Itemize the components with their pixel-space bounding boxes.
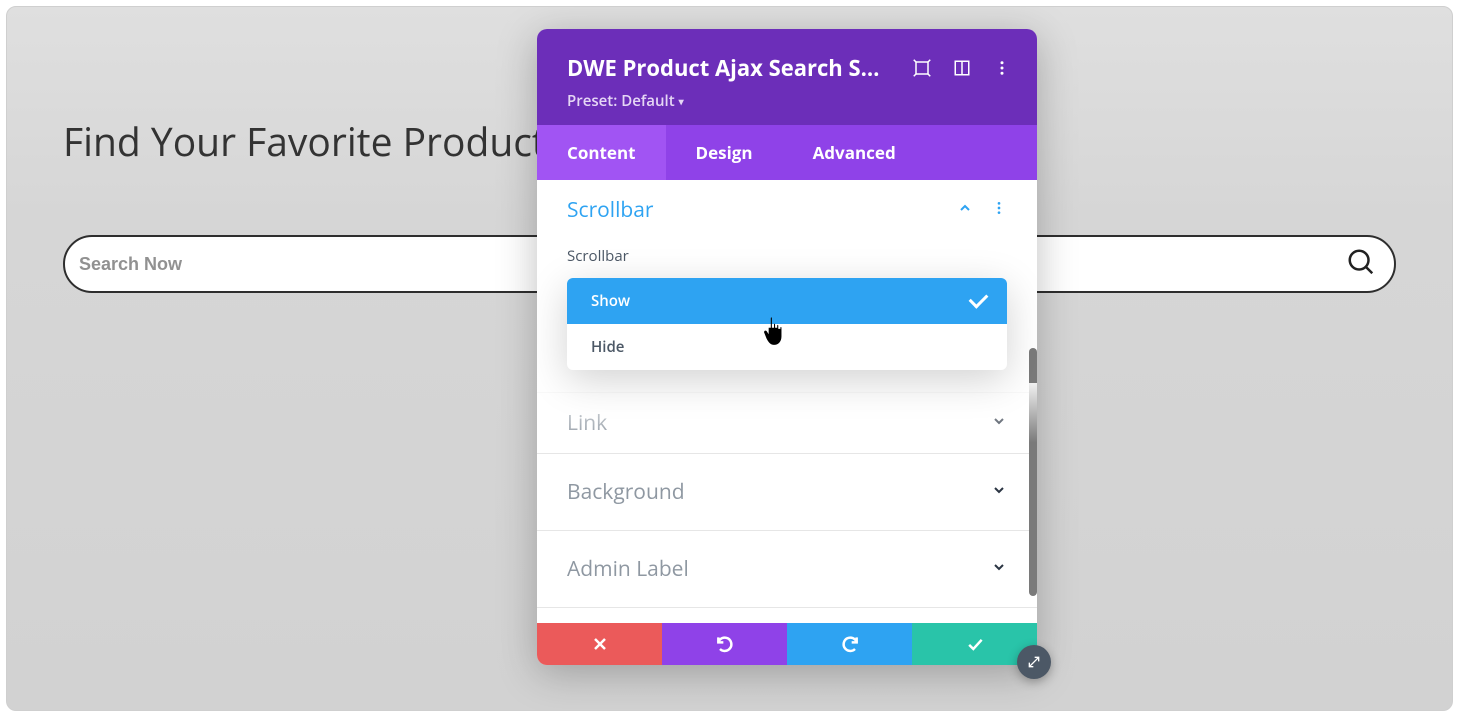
preset-label: Preset: Default (567, 91, 675, 111)
tabs: Content Design Advanced (537, 125, 1037, 180)
option-label: Show (591, 291, 630, 311)
section-more-icon[interactable] (991, 199, 1007, 221)
chevron-up-icon (957, 200, 973, 221)
field-label-scrollbar: Scrollbar (567, 246, 1007, 266)
modal-footer (537, 623, 1037, 665)
modal-header: DWE Product Ajax Search S… (537, 29, 1037, 125)
search-icon[interactable] (1346, 247, 1376, 282)
scrollbar-thumb[interactable] (1029, 348, 1037, 596)
option-label: Hide (591, 337, 624, 357)
expand-icon[interactable] (913, 59, 931, 77)
chevron-down-icon (991, 482, 1007, 503)
partial-row: DWE Product Ajax Search by Eli… (537, 608, 1037, 623)
columns-icon[interactable] (953, 59, 971, 77)
page-frame: Find Your Favorite Products DWE Product … (6, 6, 1453, 711)
tab-advanced[interactable]: Advanced (783, 125, 926, 180)
resize-handle[interactable] (1017, 645, 1051, 679)
tab-design[interactable]: Design (666, 125, 783, 180)
preset-selector[interactable]: Preset: Default ▾ (567, 91, 684, 111)
close-button[interactable] (537, 623, 662, 665)
redo-button[interactable] (787, 623, 912, 665)
scrollbar-dropdown[interactable]: Show Hide (567, 278, 1007, 370)
dropdown-option-show[interactable]: Show (567, 278, 1007, 324)
section-admin-label: Admin Label (537, 531, 1037, 608)
section-title: Admin Label (567, 555, 991, 583)
settings-modal: DWE Product Ajax Search S… (537, 29, 1037, 665)
section-background: Background (537, 454, 1037, 531)
caret-down-icon: ▾ (679, 94, 684, 108)
section-link: Link (537, 393, 1037, 454)
section-header-scrollbar[interactable]: Scrollbar (537, 180, 1037, 240)
section-title: Link (567, 409, 991, 437)
section-title: Background (567, 478, 991, 506)
chevron-down-icon (991, 559, 1007, 580)
section-title: Scrollbar (567, 196, 957, 224)
section-header-admin-label[interactable]: Admin Label (537, 531, 1037, 607)
section-header-background[interactable]: Background (537, 454, 1037, 530)
dropdown-option-hide[interactable]: Hide (567, 324, 1007, 370)
panel-body: Scrollbar Scrollbar Show (537, 180, 1037, 623)
chevron-down-icon (991, 413, 1007, 434)
section-scrollbar: Scrollbar Scrollbar Show (537, 180, 1037, 393)
tab-content[interactable]: Content (537, 125, 666, 180)
section-header-link[interactable]: Link (537, 393, 1037, 453)
modal-title: DWE Product Ajax Search S… (567, 53, 913, 83)
more-icon[interactable] (993, 59, 1011, 77)
page-title: Find Your Favorite Products (63, 115, 564, 168)
undo-button[interactable] (662, 623, 787, 665)
